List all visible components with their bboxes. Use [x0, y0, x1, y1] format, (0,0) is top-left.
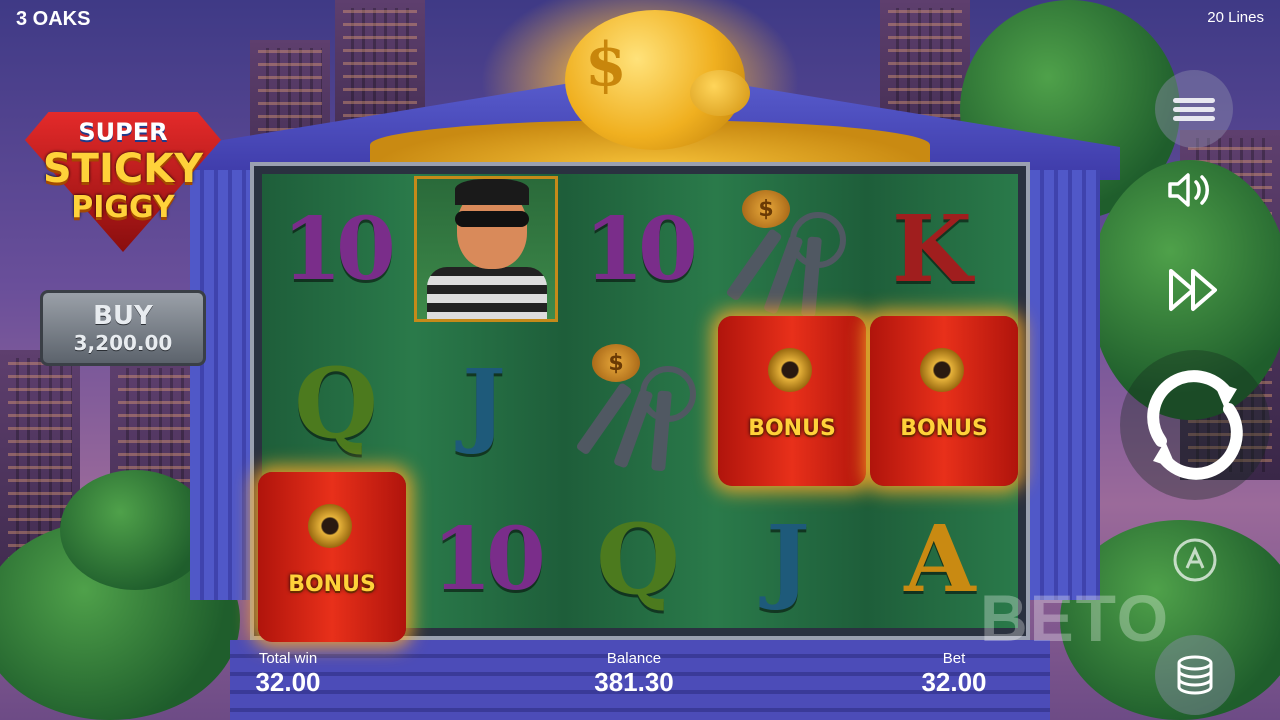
- robber-mask: [455, 211, 529, 227]
- bonus-safe-symbol: BONUS: [258, 472, 406, 642]
- bet: Bet 32.00: [904, 650, 1004, 698]
- bonus-safe-symbol: BONUS: [870, 316, 1018, 486]
- safe-lock-icon: [768, 348, 812, 392]
- total-win-value: 32.00: [255, 667, 321, 697]
- temple-column: [1030, 170, 1100, 600]
- bonus-safe-symbol: BONUS: [718, 316, 866, 486]
- keys-symbol: $: [575, 336, 710, 472]
- robber-cap: [455, 179, 529, 205]
- safe-lock-icon: [920, 348, 964, 392]
- piggy-snout: [690, 70, 750, 116]
- bet-value: 32.00: [921, 667, 987, 697]
- buy-price: 3,200.00: [73, 331, 173, 355]
- logo-super: SUPER: [78, 118, 168, 146]
- dollar-sign-icon: $: [585, 30, 627, 100]
- bonus-label: BONUS: [900, 416, 988, 441]
- bonus-label: BONUS: [748, 416, 836, 441]
- balance-value: 381.30: [594, 667, 674, 697]
- symbol-ten: 10: [584, 198, 698, 300]
- balance-label: Balance: [606, 650, 662, 667]
- coin-icon: $: [742, 190, 790, 228]
- symbol-q: Q: [596, 502, 680, 616]
- symbol-j: J: [462, 349, 506, 457]
- buy-label: BUY: [93, 301, 153, 331]
- symbol-j: J: [766, 505, 810, 613]
- robber-symbol: [414, 176, 558, 322]
- total-win: Total win 32.00: [238, 650, 338, 698]
- watermark: BETO: [980, 581, 1171, 655]
- keys-symbol: $: [725, 182, 860, 318]
- robber-body: [427, 267, 547, 319]
- coin-icon: $: [592, 344, 640, 382]
- sound-button[interactable]: [1160, 160, 1220, 220]
- autoplay-icon: [1173, 538, 1217, 582]
- bonus-label: BONUS: [288, 572, 376, 597]
- symbol-k: K: [892, 195, 972, 303]
- total-win-label: Total win: [258, 650, 318, 667]
- balance: Balance 381.30: [574, 650, 694, 698]
- logo-piggy: PIGGY: [71, 190, 175, 225]
- turbo-button[interactable]: [1160, 255, 1230, 325]
- speaker-icon: [1168, 173, 1209, 207]
- paylines-count: 20 Lines: [1207, 9, 1264, 26]
- spin-arrows-icon: [1147, 370, 1243, 480]
- symbol-ten: 10: [432, 508, 546, 610]
- symbol-ten: 10: [282, 198, 396, 300]
- coin-stack-icon: [1177, 655, 1213, 695]
- fast-forward-icon: [1169, 269, 1217, 311]
- symbol-q: Q: [294, 346, 378, 460]
- hamburger-menu-icon: [1173, 94, 1215, 125]
- logo-sticky: STICKY: [42, 146, 204, 192]
- menu-button[interactable]: [1155, 70, 1233, 148]
- tree: [60, 470, 210, 590]
- spin-button[interactable]: [1120, 350, 1270, 500]
- safe-lock-icon: [308, 504, 352, 548]
- provider-brand: 3 OAKS: [16, 8, 91, 30]
- buy-bonus-button[interactable]: BUY 3,200.00: [40, 290, 206, 366]
- game-logo: SUPER STICKY PIGGY: [25, 112, 221, 252]
- autoplay-button[interactable]: [1165, 530, 1225, 590]
